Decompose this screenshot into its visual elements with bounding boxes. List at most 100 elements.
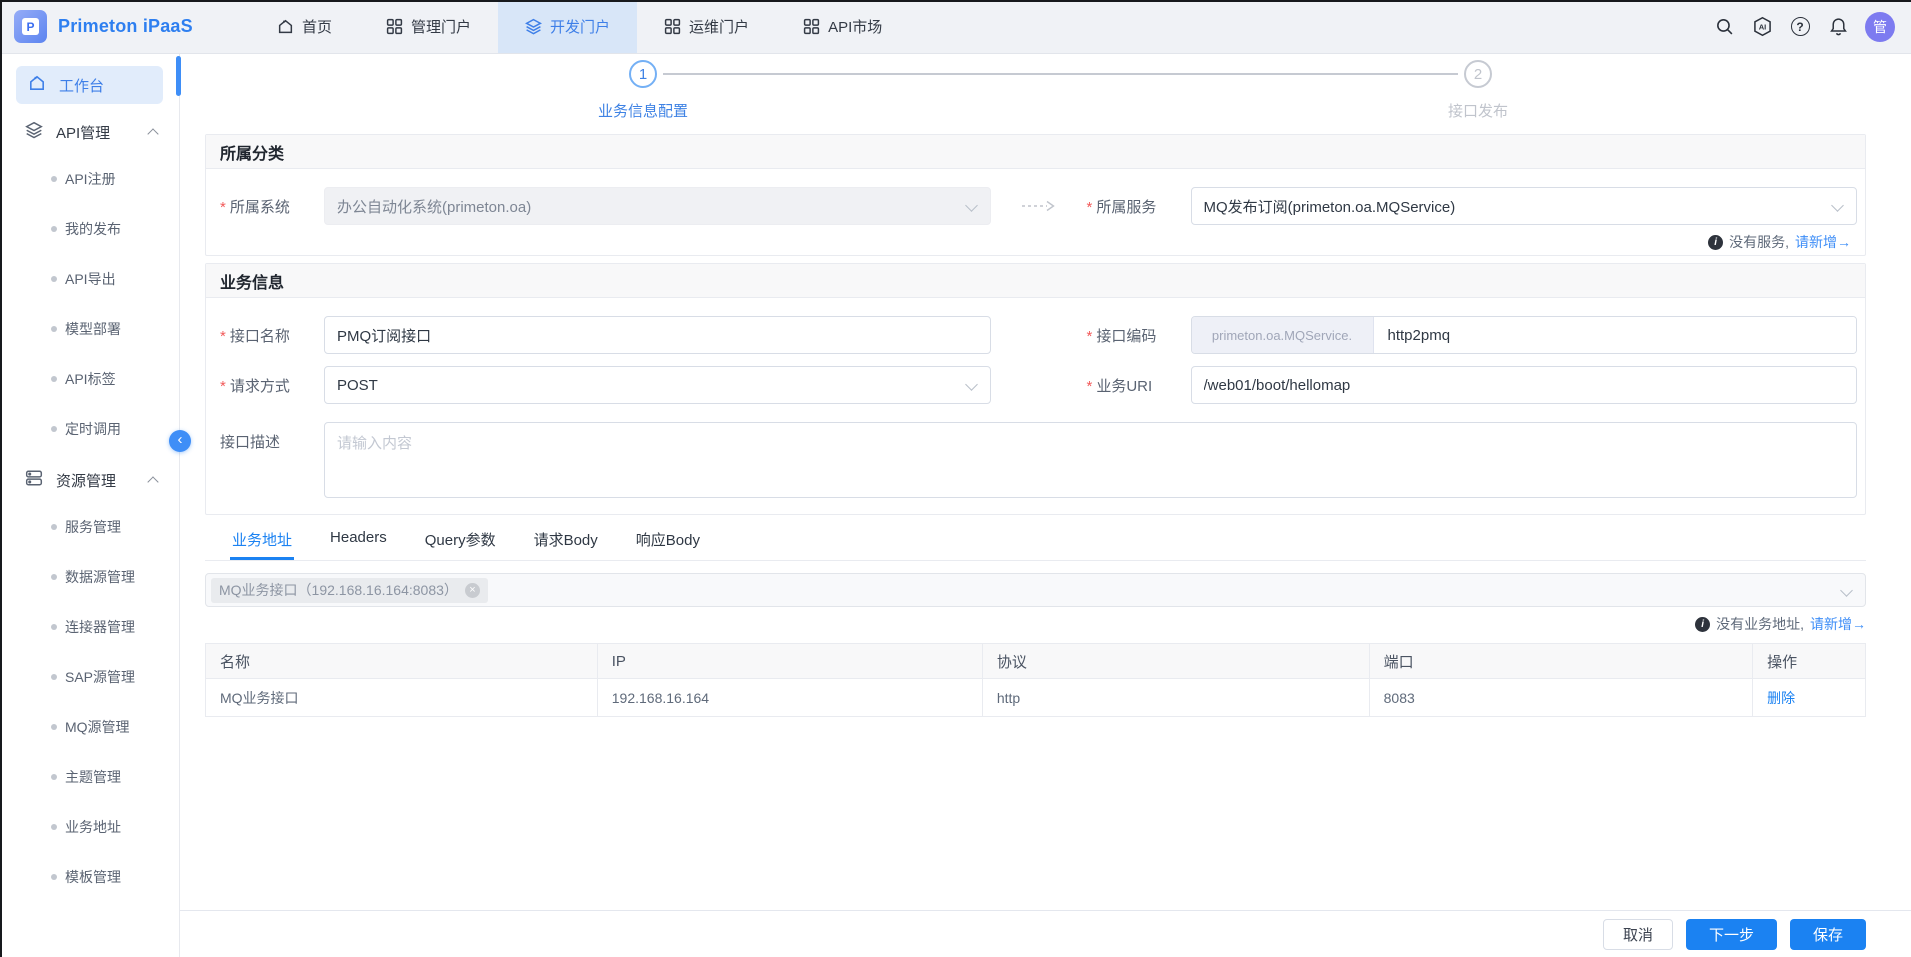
tab-response-body[interactable]: 响应Body bbox=[636, 525, 700, 560]
main-content: 1 2 业务信息配置 接口发布 所属分类 所属系统 办公自动化系统(primet… bbox=[180, 54, 1911, 910]
service-label: 所属服务 bbox=[1087, 187, 1191, 217]
topbar: P Primeton iPaaS 首页 管理门户 开发门户 运维门户 bbox=[0, 0, 1911, 54]
window-frame-left bbox=[0, 0, 2, 957]
sidebar-group-resource-items: 服务管理 数据源管理 连接器管理 SAP源管理 MQ源管理 主题管理 业务地址 … bbox=[0, 502, 179, 902]
section-category-title: 所属分类 bbox=[206, 135, 1865, 169]
chevron-down-icon bbox=[965, 378, 978, 391]
interface-desc-textarea[interactable] bbox=[324, 422, 1857, 498]
search-icon[interactable] bbox=[1713, 16, 1735, 38]
grid-icon bbox=[664, 18, 681, 35]
sidebar-item-my-publish[interactable]: 我的发布 bbox=[0, 204, 179, 254]
col-protocol: 协议 bbox=[982, 644, 1369, 679]
cell-protocol: http bbox=[982, 679, 1369, 717]
section-business-info: 业务信息 接口名称 接口编码 primeton.oa.MQService. bbox=[205, 263, 1866, 515]
sidebar-item-scheduled-call[interactable]: 定时调用 bbox=[0, 404, 179, 454]
add-address-link[interactable]: 请新增→ bbox=[1810, 614, 1866, 634]
grid-icon bbox=[386, 18, 403, 35]
mapping-arrow-icon bbox=[991, 187, 1087, 225]
brand: P Primeton iPaaS bbox=[0, 10, 240, 43]
grid-icon bbox=[803, 18, 820, 35]
service-hint: i 没有服务,请新增→ bbox=[220, 231, 1857, 253]
section-business-title: 业务信息 bbox=[206, 264, 1865, 298]
sidebar-item-api-export[interactable]: API导出 bbox=[0, 254, 179, 304]
business-uri-label: 业务URI bbox=[1087, 366, 1191, 396]
request-method-select[interactable]: POST bbox=[324, 366, 991, 404]
sidebar-collapse-button[interactable]: ‹ bbox=[169, 430, 191, 452]
sidebar-item-model-deploy[interactable]: 模型部署 bbox=[0, 304, 179, 354]
cell-ip: 192.168.16.164 bbox=[597, 679, 982, 717]
table-row: MQ业务接口 192.168.16.164 http 8083 删除 bbox=[206, 679, 1866, 717]
section-category: 所属分类 所属系统 办公自动化系统(primeton.oa) 所属服务 MQ发布… bbox=[205, 134, 1866, 256]
table-header-row: 名称 IP 协议 端口 操作 bbox=[206, 644, 1866, 679]
help-icon[interactable]: ? bbox=[1789, 16, 1811, 38]
interface-name-label: 接口名称 bbox=[220, 316, 324, 346]
address-tag: MQ业务接口（192.168.16.164:8083） × bbox=[211, 578, 488, 603]
sidebar-item-template-mgmt[interactable]: 模板管理 bbox=[0, 852, 179, 902]
col-port: 端口 bbox=[1369, 644, 1752, 679]
col-ip: IP bbox=[597, 644, 982, 679]
sidebar-item-workbench[interactable]: 工作台 bbox=[16, 66, 163, 104]
detail-tabs: 业务地址 Headers Query参数 请求Body 响应Body bbox=[205, 525, 1866, 561]
sidebar-group-api-items: API注册 我的发布 API导出 模型部署 API标签 定时调用 bbox=[0, 154, 179, 454]
step-connector bbox=[663, 73, 1458, 75]
sidebar-item-mq-source-mgmt[interactable]: MQ源管理 bbox=[0, 702, 179, 752]
next-button[interactable]: 下一步 bbox=[1686, 919, 1777, 950]
step-1-label: 业务信息配置 bbox=[598, 100, 688, 121]
sidebar-item-topic-mgmt[interactable]: 主题管理 bbox=[0, 752, 179, 802]
step-2-indicator: 2 bbox=[1464, 60, 1492, 88]
bell-icon[interactable] bbox=[1827, 16, 1849, 38]
chevron-down-icon bbox=[1831, 199, 1844, 212]
save-button[interactable]: 保存 bbox=[1790, 919, 1866, 950]
interface-code-prefix: primeton.oa.MQService. bbox=[1192, 317, 1374, 353]
sidebar-group-resource-management[interactable]: 资源管理 bbox=[0, 458, 179, 502]
sidebar-item-api-registration[interactable]: API注册 bbox=[0, 154, 179, 204]
chevron-down-icon bbox=[1840, 584, 1853, 597]
nav-item-home[interactable]: 首页 bbox=[250, 0, 359, 53]
sidebar-item-service-mgmt[interactable]: 服务管理 bbox=[0, 502, 179, 552]
service-select[interactable]: MQ发布订阅(primeton.oa.MQService) bbox=[1191, 187, 1858, 225]
business-uri-input[interactable] bbox=[1191, 366, 1858, 404]
sidebar: 工作台 API管理 API注册 我的发布 API导出 模型部署 API标签 定时… bbox=[0, 54, 180, 957]
cancel-button[interactable]: 取消 bbox=[1603, 919, 1673, 950]
home-icon bbox=[28, 74, 46, 96]
tag-close-icon[interactable]: × bbox=[465, 583, 480, 598]
sidebar-scrollbar-thumb[interactable] bbox=[176, 56, 181, 96]
tab-query-params[interactable]: Query参数 bbox=[425, 525, 496, 560]
nav-item-admin-portal[interactable]: 管理门户 bbox=[359, 0, 498, 53]
sidebar-item-datasource-mgmt[interactable]: 数据源管理 bbox=[0, 552, 179, 602]
address-table: 名称 IP 协议 端口 操作 MQ业务接口 192.168.16.164 htt… bbox=[205, 643, 1866, 717]
delete-link[interactable]: 删除 bbox=[1767, 690, 1795, 706]
tab-business-address[interactable]: 业务地址 bbox=[232, 525, 292, 560]
nav-item-api-market[interactable]: API市场 bbox=[776, 0, 909, 53]
interface-name-input[interactable] bbox=[324, 316, 991, 354]
add-service-link[interactable]: 请新增→ bbox=[1795, 232, 1851, 252]
step-2-label: 接口发布 bbox=[1448, 100, 1508, 121]
user-avatar[interactable]: 管 bbox=[1865, 12, 1895, 42]
step-1-indicator: 1 bbox=[629, 60, 657, 88]
address-select[interactable]: MQ业务接口（192.168.16.164:8083） × bbox=[205, 573, 1866, 607]
request-method-label: 请求方式 bbox=[220, 366, 324, 396]
chevron-up-icon bbox=[147, 476, 158, 487]
sidebar-item-sap-source-mgmt[interactable]: SAP源管理 bbox=[0, 652, 179, 702]
nav-item-ops-portal[interactable]: 运维门户 bbox=[637, 0, 776, 53]
sidebar-item-business-address[interactable]: 业务地址 bbox=[0, 802, 179, 852]
cell-port: 8083 bbox=[1369, 679, 1752, 717]
cell-name: MQ业务接口 bbox=[206, 679, 598, 717]
sidebar-item-connector-mgmt[interactable]: 连接器管理 bbox=[0, 602, 179, 652]
brand-logo-icon: P bbox=[14, 10, 47, 43]
sidebar-group-api-management[interactable]: API管理 bbox=[0, 110, 179, 154]
home-icon bbox=[277, 18, 294, 35]
window-frame-top bbox=[0, 0, 1911, 2]
info-icon: i bbox=[1708, 235, 1723, 250]
brand-name: Primeton iPaaS bbox=[58, 16, 193, 37]
system-select[interactable]: 办公自动化系统(primeton.oa) bbox=[324, 187, 991, 225]
interface-desc-label: 接口描述 bbox=[220, 422, 324, 452]
tab-request-body[interactable]: 请求Body bbox=[534, 525, 598, 560]
interface-code-field: primeton.oa.MQService. bbox=[1191, 316, 1858, 354]
sidebar-item-api-tags[interactable]: API标签 bbox=[0, 354, 179, 404]
ai-assistant-icon[interactable]: AI bbox=[1751, 16, 1773, 38]
tab-headers[interactable]: Headers bbox=[330, 525, 387, 560]
interface-code-input[interactable] bbox=[1374, 317, 1857, 353]
info-icon: i bbox=[1695, 617, 1710, 632]
nav-item-dev-portal[interactable]: 开发门户 bbox=[498, 0, 637, 53]
